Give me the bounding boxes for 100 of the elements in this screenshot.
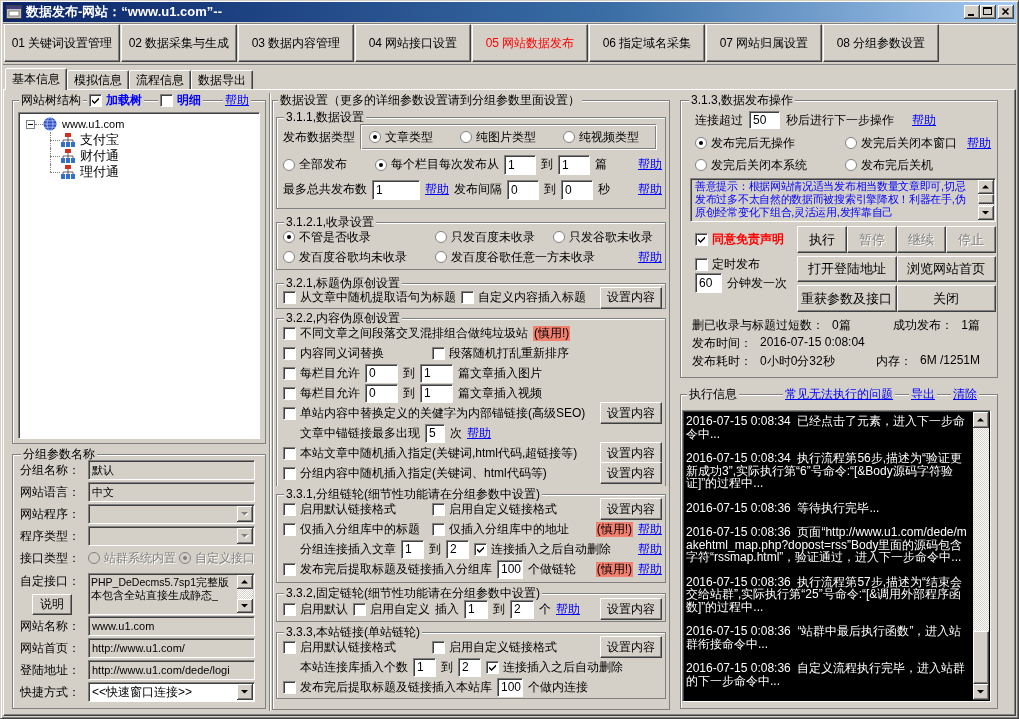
tab[interactable]: 基本信息 [5, 68, 67, 90]
number-field[interactable]: 1 [401, 539, 424, 559]
radio-label[interactable]: 纯图片类型 [476, 128, 536, 146]
checkbox-label[interactable]: 自定义内容插入标题 [478, 289, 586, 306]
tree-item[interactable]: 理付通 [80, 163, 119, 181]
close-icon[interactable] [998, 5, 1014, 19]
number-field[interactable]: 50 [749, 111, 780, 129]
checkbox-label[interactable]: 启用默认 [300, 600, 348, 618]
text-field[interactable]: http://www.u1.com/dede/logi [88, 660, 255, 680]
radio-button[interactable] [845, 137, 857, 149]
radio-button[interactable] [460, 131, 472, 143]
execute-button[interactable]: 执行 [797, 226, 847, 253]
collapse-icon[interactable] [26, 119, 35, 129]
checkbox[interactable] [695, 233, 708, 246]
scroll-up-icon[interactable] [973, 412, 989, 428]
radio-button[interactable] [695, 159, 707, 171]
module-tab[interactable]: 08 分组参数设置 [823, 24, 939, 62]
radio-label[interactable]: 只发百度未收录 [451, 228, 535, 246]
radio-label[interactable]: 每个栏目每次发布从 [391, 156, 499, 173]
checkbox[interactable] [474, 542, 487, 556]
module-tab[interactable]: 06 指定域名采集 [589, 24, 705, 62]
checkbox-label[interactable]: 启用自定义链接格式 [449, 500, 557, 518]
checkbox[interactable] [283, 466, 296, 480]
close-button[interactable]: 关闭 [896, 285, 996, 312]
checkbox[interactable] [432, 502, 445, 516]
checkbox-label[interactable]: 不同文章之间段落交叉混排组合做纯垃圾站 [300, 324, 528, 342]
tab[interactable]: 模拟信息 [67, 70, 129, 89]
number-field[interactable]: 60 [695, 273, 722, 293]
export-link[interactable]: 导出 [909, 386, 937, 402]
checkbox[interactable] [695, 257, 708, 271]
module-tab[interactable]: 01 关键词设置管理 [4, 24, 120, 62]
settings-button[interactable]: 设置内容 [600, 286, 662, 309]
text-field[interactable]: 默认 [88, 460, 255, 480]
settings-button[interactable]: 设置内容 [600, 402, 662, 424]
help-link[interactable]: 帮助 [638, 520, 662, 538]
help-link[interactable]: 帮助 [912, 111, 936, 129]
scroll-up-icon[interactable] [978, 180, 994, 194]
checkbox[interactable] [283, 522, 296, 536]
reload-button[interactable]: 重获参数及接口 [797, 285, 897, 312]
number-field[interactable]: 0 [507, 179, 539, 200]
checkbox-label[interactable]: 分组内容中随机插入指定(关键词、html代码等) [300, 464, 547, 482]
number-field[interactable]: 100 [497, 677, 523, 697]
checkbox[interactable] [283, 291, 296, 304]
radio-label[interactable]: 全部发布 [299, 156, 347, 173]
number-field[interactable]: 5 [425, 423, 445, 443]
checkbox-label[interactable]: 本站文章中随机插入指定(关键词,html代码,超链接等) [300, 444, 578, 462]
checkbox[interactable] [89, 93, 102, 107]
checkbox-label[interactable]: 定时发布 [712, 255, 760, 273]
radio-button[interactable] [695, 137, 707, 149]
checkbox[interactable] [486, 660, 499, 674]
scroll-down-icon[interactable] [978, 206, 994, 220]
scroll-down-icon[interactable] [973, 684, 989, 700]
browse-home-button[interactable]: 浏览网站首页 [896, 256, 996, 282]
radio-label[interactable]: 发百度谷歌任意一方未收录 [451, 248, 595, 266]
number-field[interactable]: 2 [446, 539, 469, 559]
scrollbar-track[interactable] [237, 589, 253, 599]
open-login-button[interactable]: 打开登陆地址 [797, 256, 897, 282]
checkbox[interactable] [283, 346, 296, 360]
tree-item[interactable]: 支付宝 [80, 131, 119, 149]
tree-item[interactable]: www.u1.com [62, 118, 125, 130]
number-field[interactable]: 1 [413, 657, 436, 677]
checkbox-label[interactable]: 从文章中随机提取语句为标题 [300, 289, 456, 306]
help-link[interactable]: 帮助 [638, 156, 662, 173]
help-link[interactable]: 帮助 [223, 92, 251, 108]
checkbox[interactable] [283, 326, 296, 340]
radio-button[interactable] [435, 231, 447, 243]
scroll-down-icon[interactable] [237, 599, 253, 613]
radio-button[interactable] [283, 158, 295, 171]
radio-label[interactable]: 只发谷歌未收录 [569, 228, 653, 246]
number-field[interactable]: 1 [504, 154, 536, 175]
help-link[interactable]: 帮助 [467, 424, 491, 442]
checkbox-label[interactable]: 启用自定义链接格式 [449, 638, 557, 656]
info-button[interactable]: 说明 [32, 594, 72, 615]
help-link[interactable]: 帮助 [556, 600, 580, 618]
checkbox-label[interactable]: 段落随机打乱重新排序 [449, 344, 569, 362]
checkbox-label[interactable]: 发布完后提取标题及链接插入分组库 [300, 560, 492, 578]
help-link[interactable]: 帮助 [638, 560, 662, 578]
minimize-icon[interactable] [964, 5, 980, 19]
text-area[interactable]: PHP_DeDecms5.7sp1完整版 本包含全站直接生成静态_ [88, 573, 255, 615]
scrollbar-thumb[interactable] [973, 631, 989, 684]
maximize-icon[interactable] [980, 5, 996, 19]
help-link[interactable]: 帮助 [425, 181, 449, 198]
checkbox[interactable] [283, 366, 296, 380]
number-field[interactable]: 100 [497, 559, 523, 579]
checkbox-label[interactable]: 启用默认链接格式 [300, 638, 396, 656]
checkbox[interactable] [283, 386, 296, 400]
checkbox[interactable] [283, 562, 296, 576]
clear-link[interactable]: 清除 [951, 386, 979, 402]
number-field[interactable]: 1 [558, 154, 590, 175]
checkbox-label[interactable]: 内容同义词替换 [300, 344, 384, 362]
radio-button[interactable] [375, 158, 387, 171]
tab[interactable]: 流程信息 [129, 70, 191, 89]
checkbox[interactable] [283, 680, 296, 694]
settings-button[interactable]: 设置内容 [600, 498, 662, 520]
text-field[interactable]: 中文 [88, 482, 255, 502]
checkbox-label[interactable]: 仅插入分组库中的标题 [300, 520, 420, 538]
checkbox[interactable] [432, 522, 445, 536]
tree-item[interactable]: 财付通 [80, 147, 119, 165]
tab[interactable]: 数据导出 [191, 70, 253, 89]
number-field[interactable]: 2 [458, 657, 481, 677]
